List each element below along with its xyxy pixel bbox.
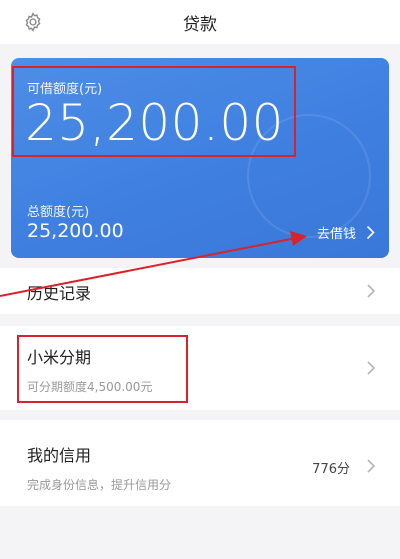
chevron-right-icon [367,284,376,298]
top-bar: 贷款 [0,0,400,44]
total-limit-label: 总额度(元) [27,205,90,220]
borrow-label: 去借钱 [316,227,356,242]
borrow-button[interactable]: 去借钱 [317,223,375,242]
chevron-right-icon [367,361,376,375]
total-limit-amount: 25,200.00 [27,220,124,242]
credit-subtitle: 完成身份信息，提升信用分 [27,478,172,492]
highlight-box-installment [17,335,188,403]
chevron-right-icon [367,459,376,473]
credit-row[interactable]: 我的信用 完成身份信息，提升信用分 776分 [0,420,400,506]
credit-score: 776分 [312,462,350,477]
highlight-box-available-limit [12,66,296,157]
page-title: 贷款 [183,14,217,35]
chevron-right-icon [366,225,375,240]
gear-icon[interactable] [22,11,44,33]
history-row[interactable]: 历史记录 [0,268,400,314]
credit-title: 我的信用 [27,446,92,465]
history-title: 历史记录 [27,284,92,303]
